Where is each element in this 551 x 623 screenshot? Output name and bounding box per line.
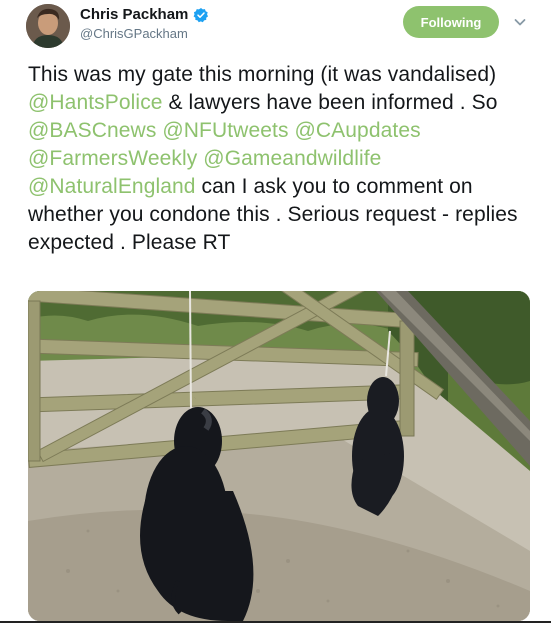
avatar-image [26, 4, 70, 48]
mention-link[interactable]: @CAupdates [294, 119, 420, 142]
handle[interactable]: @ChrisGPackham [80, 26, 209, 41]
mention-link[interactable]: @NaturalEngland [28, 175, 196, 198]
following-button[interactable]: Following [403, 6, 499, 38]
verified-badge-icon [193, 7, 209, 22]
display-name-row[interactable]: Chris Packham [80, 6, 209, 23]
mention-link[interactable]: @FarmersWeekly [28, 147, 197, 170]
chevron-down-icon[interactable] [513, 15, 527, 29]
display-name[interactable]: Chris Packham [80, 6, 188, 23]
mention-link[interactable]: @NFUtweets [162, 119, 288, 142]
tweet-text-segment: & lawyers have been informed . So [162, 91, 498, 114]
mention-link[interactable]: @BASCnews [28, 119, 156, 142]
tweet-text-segment: This was my gate this morning (it was va… [28, 63, 497, 86]
tweet-text: This was my gate this morning (it was va… [28, 61, 528, 257]
mention-link[interactable]: @HantsPolice [28, 91, 163, 114]
photo-image [28, 291, 530, 621]
author-info: Chris Packham @ChrisGPackham [80, 6, 209, 41]
tweet-card: Chris Packham @ChrisGPackham Following T… [0, 0, 551, 623]
tweet-photo[interactable] [28, 291, 530, 621]
mention-link[interactable]: @Gameandwildlife [203, 147, 381, 170]
avatar[interactable] [26, 4, 70, 48]
